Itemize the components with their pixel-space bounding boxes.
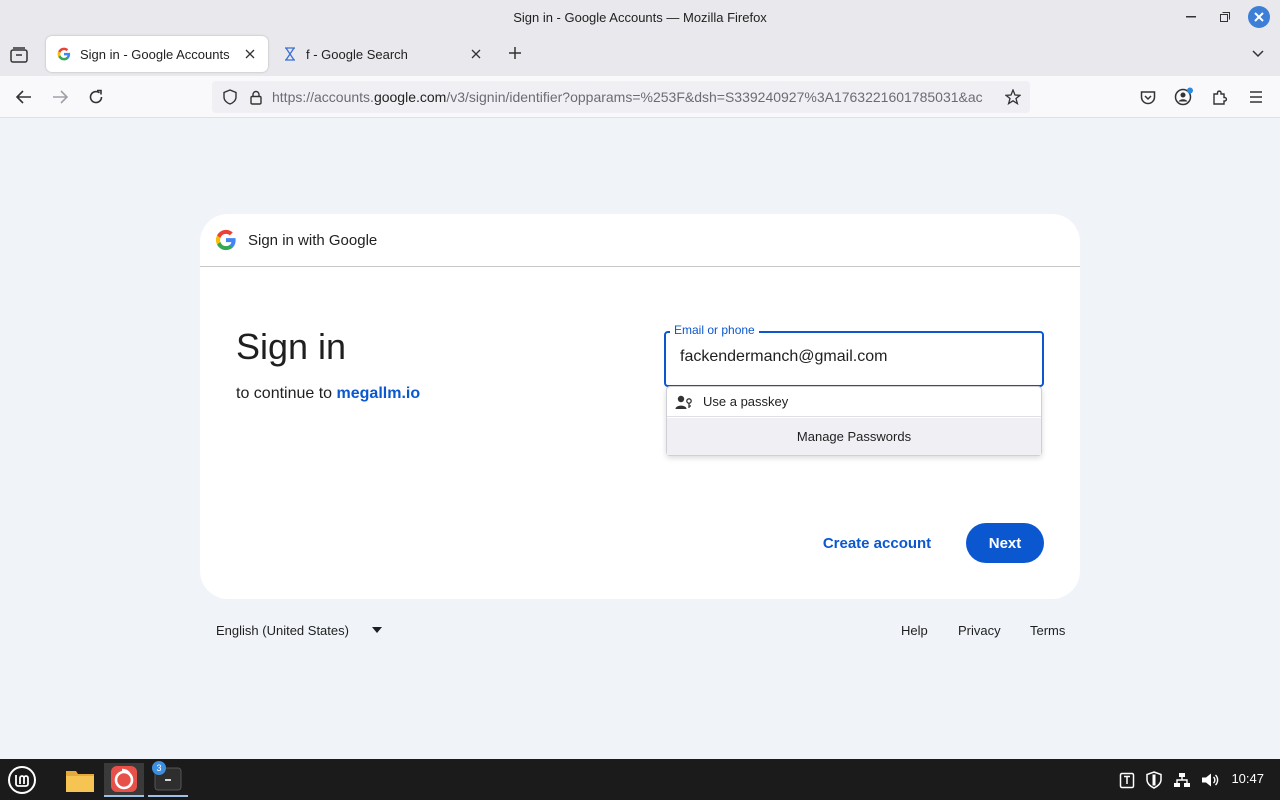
close-icon <box>1254 12 1264 22</box>
account-icon <box>1174 87 1193 106</box>
passkey-icon <box>675 393 693 411</box>
url-domain: google.com <box>373 89 447 105</box>
caret-down-icon[interactable] <box>372 627 382 635</box>
tab-label: f - Google Search <box>306 46 408 62</box>
language-select[interactable]: English (United States) <box>216 623 349 638</box>
window-titlebar: Sign in - Google Accounts — Mozilla Fire… <box>0 0 1280 34</box>
hamburger-icon <box>1250 91 1262 103</box>
extensions-button[interactable] <box>1207 84 1233 110</box>
list-all-tabs-button[interactable] <box>1248 44 1268 64</box>
chevron-down-icon <box>1252 50 1264 58</box>
help-link[interactable]: Help <box>901 623 928 638</box>
menu-button[interactable] <box>1243 84 1269 110</box>
folder-icon <box>66 771 94 792</box>
maximize-button[interactable] <box>1214 6 1236 28</box>
url-prefix: https://accounts. <box>272 89 374 105</box>
tab-close-button[interactable] <box>468 46 484 62</box>
tab-label: Sign in - Google Accounts <box>80 46 230 62</box>
tab-google-accounts[interactable]: Sign in - Google Accounts <box>46 36 268 72</box>
firefox-app-icon <box>111 766 137 792</box>
taskbar: 3 10:47 <box>0 759 1280 800</box>
bookmark-star-button[interactable] <box>1002 86 1024 108</box>
minimize-icon <box>1186 16 1196 18</box>
firefox-view-button[interactable] <box>8 44 30 66</box>
account-button[interactable] <box>1171 84 1197 110</box>
restore-icon <box>1220 12 1230 22</box>
tab-close-button[interactable] <box>242 46 258 62</box>
speaker-icon <box>1202 773 1219 787</box>
google-logo-icon <box>215 229 236 251</box>
url-rest: /v3/signin/identifier?opparams=%253F&dsh… <box>446 89 983 105</box>
use-passkey-item[interactable]: Use a passkey <box>667 387 1041 417</box>
card-header-text: Sign in with Google <box>248 231 378 249</box>
minimize-button[interactable] <box>1180 6 1202 28</box>
email-field-value[interactable]: fackendermanch@gmail.com <box>680 348 887 366</box>
hourglass-icon <box>282 46 298 62</box>
manage-passwords-button[interactable]: Manage Passwords <box>667 418 1041 455</box>
url-bar[interactable]: https://accounts.google.com/v3/signin/id… <box>212 81 1030 113</box>
firefox-taskbar-button[interactable] <box>104 763 144 797</box>
reload-icon <box>89 89 103 104</box>
files-taskbar-button[interactable] <box>60 763 100 797</box>
update-manager-tray-button[interactable] <box>1142 763 1166 797</box>
clipboard-icon <box>1119 772 1135 789</box>
terminal-window-count-badge: 3 <box>152 761 166 775</box>
pocket-icon <box>1140 90 1156 104</box>
navigation-toolbar: https://accounts.google.com/v3/signin/id… <box>0 76 1280 118</box>
back-button[interactable] <box>11 84 37 110</box>
window-controls <box>1180 6 1270 28</box>
arrow-left-icon <box>16 90 31 104</box>
start-menu-button[interactable] <box>4 763 40 797</box>
privacy-link[interactable]: Privacy <box>958 623 1001 638</box>
pocket-button[interactable] <box>1135 84 1161 110</box>
use-passkey-label: Use a passkey <box>703 394 789 409</box>
network-icon <box>1174 773 1190 787</box>
star-icon <box>1005 89 1021 105</box>
window-title: Sign in - Google Accounts — Mozilla Fire… <box>513 9 767 25</box>
shield-check-icon <box>1146 771 1162 789</box>
card-header: Sign in with Google <box>200 214 1080 267</box>
forward-button[interactable] <box>47 84 73 110</box>
next-button[interactable]: Next <box>966 523 1044 563</box>
create-account-button[interactable]: Create account <box>812 524 942 562</box>
shield-icon[interactable] <box>220 87 240 107</box>
network-tray-button[interactable] <box>1170 763 1194 797</box>
lock-icon[interactable] <box>246 87 266 107</box>
clock: 10:47 <box>1231 771 1264 786</box>
clipboard-tray-button[interactable] <box>1116 763 1138 797</box>
url-text: https://accounts.google.com/v3/signin/id… <box>272 89 996 105</box>
firefox-view-icon <box>10 47 28 63</box>
tab-google-search[interactable]: f - Google Search <box>272 36 494 72</box>
email-field-label: Email or phone <box>670 323 759 337</box>
volume-tray-button[interactable] <box>1198 763 1222 797</box>
puzzle-icon <box>1213 90 1228 105</box>
close-icon <box>245 49 255 59</box>
arrow-right-icon <box>53 90 68 104</box>
plus-icon <box>509 47 521 59</box>
continue-prefix: to continue to <box>236 385 333 402</box>
new-tab-button[interactable] <box>504 42 526 64</box>
google-favicon-icon <box>56 46 72 62</box>
close-icon <box>471 49 481 59</box>
mint-logo-icon <box>8 766 36 794</box>
page-title: Sign in <box>236 326 347 367</box>
close-window-button[interactable] <box>1248 6 1270 28</box>
autocomplete-popup: Use a passkey Manage Passwords <box>666 386 1042 456</box>
tab-bar: Sign in - Google Accounts f - Google Sea… <box>0 34 1280 76</box>
terms-link[interactable]: Terms <box>1030 623 1065 638</box>
continue-text: to continue to megallm.io <box>236 385 420 403</box>
continue-link[interactable]: megallm.io <box>337 385 421 402</box>
reload-button[interactable] <box>83 84 109 110</box>
